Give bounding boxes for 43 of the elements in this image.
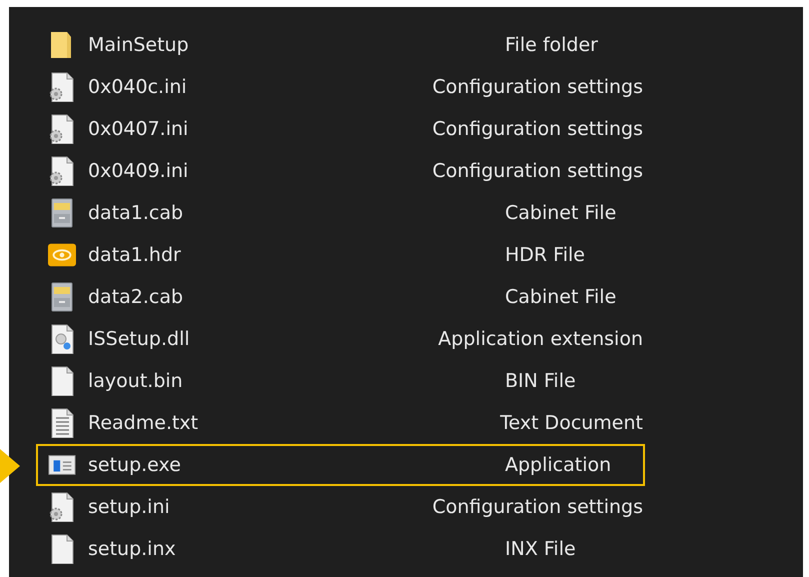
file-name: 0x040c.ini [88,76,188,98]
file-row[interactable]: Readme.txt Text Document [36,402,645,444]
file-type: BIN File [505,370,576,392]
file-name: data1.hdr [88,244,182,266]
file-type: Application extension [438,328,643,350]
file-name: layout.bin [88,370,184,392]
file-name: setup.inx [88,538,177,560]
file-row[interactable]: setup.ini Configuration settings [36,486,645,528]
file-row[interactable]: 0x0407.ini Configuration settings [36,108,645,150]
file-type: Configuration settings [432,118,643,140]
file-name: setup.ini [88,496,171,518]
file-row[interactable]: data2.cab Cabinet File [36,276,645,318]
file-row[interactable]: data1.cab Cabinet File [36,192,645,234]
file-name: Readme.txt [88,412,200,434]
file-row[interactable]: 0x0409.ini Configuration settings [36,150,645,192]
file-name: 0x0407.ini [88,118,190,140]
file-name: MainSetup [88,34,190,56]
file-type: Configuration settings [432,76,643,98]
file-name: setup.exe [88,454,182,476]
file-type: Cabinet File [505,202,616,224]
file-name: 0x0409.ini [88,160,190,182]
file-row[interactable]: data1.hdr HDR File [36,234,645,276]
file-type: File folder [505,34,598,56]
file-name: data1.cab [88,202,184,224]
file-row[interactable]: 0x040c.ini Configuration settings [36,66,645,108]
triangle-pointer-icon [0,449,20,483]
settings-file-icon [48,114,76,144]
file-row[interactable]: MainSetup File folder [36,24,645,66]
file-type: HDR File [505,244,585,266]
file-name: data2.cab [88,286,184,308]
file-type: Configuration settings [432,496,643,518]
file-name: ISSetup.dll [88,328,191,350]
file-type: INX File [505,538,576,560]
file-type: Cabinet File [505,286,616,308]
settings-file-icon [48,72,76,102]
settings-file-icon [48,156,76,186]
file-row[interactable]: setup.inx INX File [36,528,645,570]
settings-file-icon [48,492,76,522]
file-type: Text Document [500,412,643,434]
file-type: Configuration settings [432,160,643,182]
file-row[interactable]: layout.bin BIN File [36,360,645,402]
file-type: Application [505,454,612,476]
file-row[interactable]: ISSetup.dll Application extension [36,318,645,360]
